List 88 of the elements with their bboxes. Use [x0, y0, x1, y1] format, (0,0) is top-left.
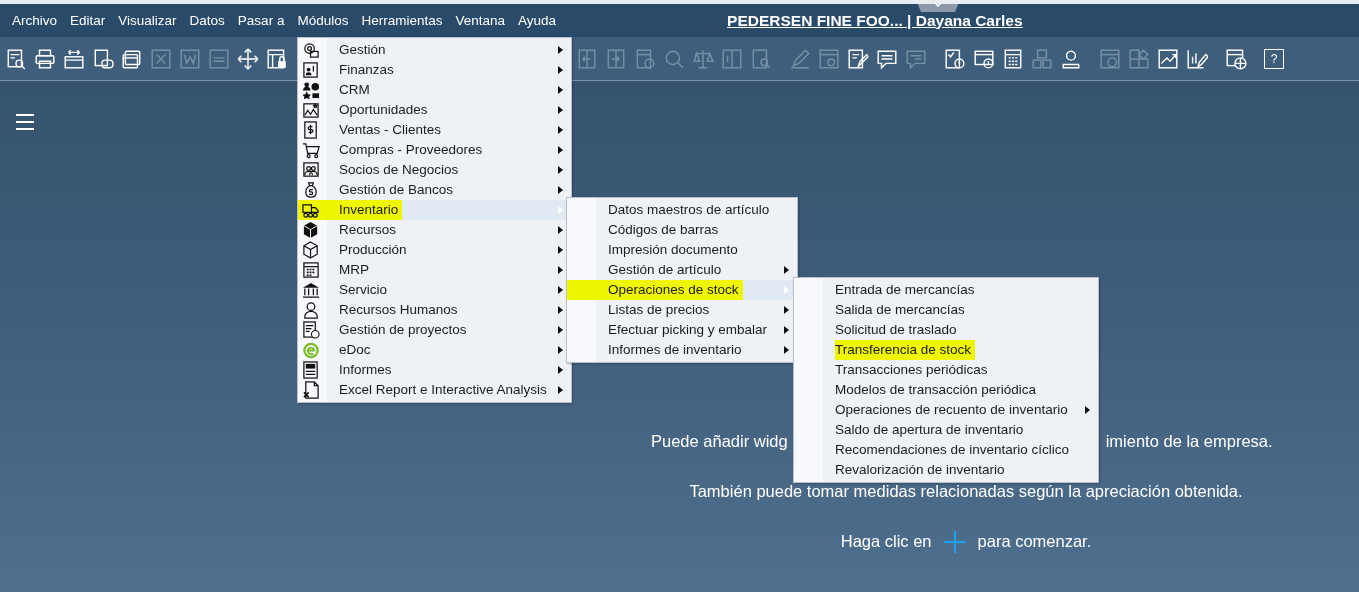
document-chat-icon[interactable] — [92, 47, 114, 70]
info-text: Haga clic en — [840, 532, 932, 551]
menu-item[interactable]: Informes — [298, 360, 571, 380]
submenu-arrow-icon — [558, 226, 563, 234]
submenu-arrow-icon — [558, 66, 563, 74]
people-coin-icon — [302, 81, 320, 99]
truck-icon — [302, 201, 320, 219]
submenu-arrow-icon — [558, 346, 563, 354]
submenu-arrow-icon — [558, 146, 563, 154]
submenu-arrow-icon — [558, 366, 563, 374]
submenu-arrow-icon — [558, 326, 563, 334]
globe-window-icon[interactable] — [1225, 47, 1247, 70]
circled-e-icon — [302, 341, 320, 359]
submenu-arrow-icon — [784, 346, 789, 354]
menu-icon[interactable] — [16, 114, 34, 130]
calendar-icon[interactable] — [1002, 47, 1024, 70]
menu-item[interactable]: Gestión — [298, 40, 571, 60]
menu-bar-item[interactable]: Pasar a — [237, 13, 285, 28]
info-text: imiento de la empresa. — [1105, 432, 1273, 451]
submenu-arrow-icon — [784, 266, 789, 274]
menu-item[interactable]: Finanzas — [298, 60, 571, 80]
spreadsheet-document-icon — [302, 381, 320, 399]
chart-pencil-icon[interactable] — [1186, 47, 1208, 70]
menu-item[interactable]: Gestión de Bancos — [298, 180, 571, 200]
menu-bar-item[interactable]: Visualizar — [118, 13, 177, 28]
dollar-document-icon — [302, 121, 320, 139]
menu-item[interactable]: Transacciones periódicas — [794, 360, 1098, 380]
menu-item[interactable]: Socios de Negocios — [298, 160, 571, 180]
cube-icon — [302, 221, 320, 239]
menu-item[interactable]: Modelos de transacción periódica — [794, 380, 1098, 400]
menu-item[interactable]: Transferencia de stock — [794, 340, 1098, 360]
menu-item[interactable]: Compras - Proveedores — [298, 140, 571, 160]
submenu-arrow-icon — [558, 286, 563, 294]
menu-item[interactable]: Entrada de mercancías — [794, 280, 1098, 300]
submenu-arrow-icon — [558, 386, 563, 394]
move-icon[interactable] — [237, 47, 259, 70]
menu-item[interactable]: Recomendaciones de inventario cíclico — [794, 440, 1098, 460]
submenu-arrow-icon — [558, 106, 563, 114]
menu-bar-item[interactable]: Editar — [70, 13, 106, 28]
submenu-arrow-icon — [558, 306, 563, 314]
menu-bar-item[interactable]: Herramientas — [361, 13, 443, 28]
submenu-arrow-icon — [558, 246, 563, 254]
print-icon[interactable] — [34, 47, 56, 70]
money-bag-icon — [302, 181, 320, 199]
submenu-arrow-icon — [558, 126, 563, 134]
document-clock-icon — [302, 321, 320, 339]
help-button[interactable]: ? — [1264, 48, 1284, 69]
submenu-arrow-icon — [784, 326, 789, 334]
window-title: PEDERSEN FINE FOO... | Dayana Carles — [727, 11, 1023, 30]
info-text: También puede tomar medidas relacionadas según la apreciación obtenida. — [689, 482, 1243, 501]
cart-icon — [302, 141, 320, 159]
box-icon — [302, 241, 320, 259]
menu-bar-item[interactable]: Archivo — [12, 13, 57, 28]
menu-bar-item[interactable]: Módulos — [297, 13, 349, 28]
report-document-icon — [302, 361, 320, 379]
menu-bar-item[interactable]: Datos — [189, 13, 225, 28]
menu-bar-item[interactable]: Ventana — [455, 13, 505, 28]
submenu-arrow-icon — [558, 206, 563, 214]
submenu-arrow-icon — [784, 306, 789, 314]
submenu-arrow-icon — [558, 166, 563, 174]
submenu-arrow-icon — [558, 186, 563, 194]
people-card-icon — [302, 161, 320, 179]
menu-item[interactable]: Oportunidades — [298, 100, 571, 120]
menu-item[interactable]: Saldo de apertura de inventario — [794, 420, 1098, 440]
info-text: Puede añadir widg — [651, 432, 788, 451]
calendar-icon — [302, 261, 320, 279]
menu-item[interactable]: Solicitud de traslado — [794, 320, 1098, 340]
submenu-arrow-icon — [1085, 406, 1090, 414]
gear-icon — [302, 41, 320, 59]
document-edit-icon[interactable] — [847, 47, 869, 70]
menu-item[interactable]: Salida de mercancías — [794, 300, 1098, 320]
bank-icon — [302, 281, 320, 299]
menu-item[interactable]: Ventas - Clientes — [298, 120, 571, 140]
menu-item[interactable]: CRM — [298, 80, 571, 100]
menu-item[interactable]: Operaciones de recuento de inventario — [794, 400, 1098, 420]
card-arrows-icon[interactable] — [63, 47, 85, 70]
menu-bar-item[interactable]: Ayuda — [518, 13, 557, 28]
submenu-arrow-icon — [558, 86, 563, 94]
menu-item[interactable]: Revalorización de inventario — [794, 460, 1098, 480]
checklist-alert-icon[interactable] — [944, 47, 966, 70]
menu-item[interactable]: Excel Report e Interactive Analysis — [298, 380, 571, 400]
locked-document-icon[interactable] — [266, 47, 288, 70]
info-text: para comenzar. — [977, 532, 1092, 551]
submenu-arrow-icon — [558, 46, 563, 54]
submenu-arrow-icon — [558, 266, 563, 274]
finance-document-icon — [302, 61, 320, 79]
submenu-arrow-icon — [784, 286, 789, 294]
preview-icon[interactable] — [5, 47, 27, 70]
